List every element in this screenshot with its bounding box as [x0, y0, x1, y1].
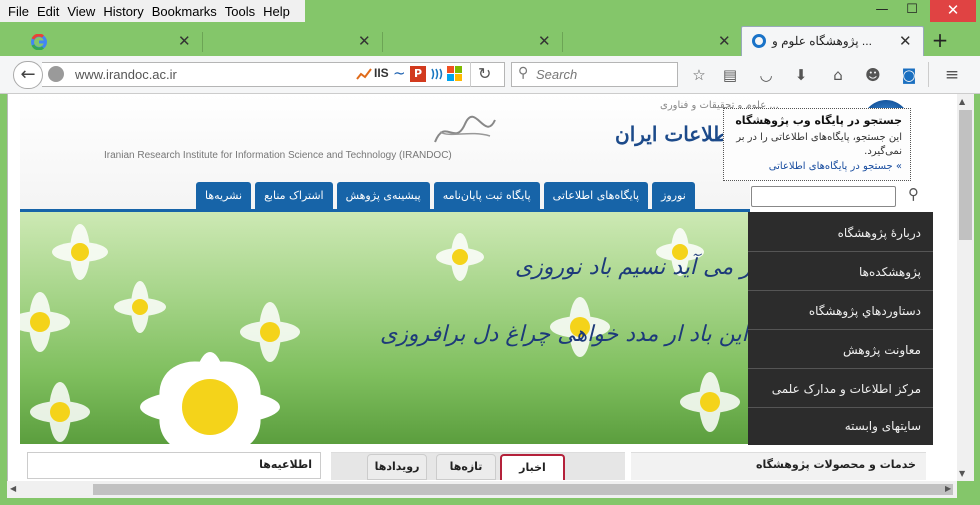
- back-button[interactable]: ←: [13, 61, 43, 89]
- search-icon: ⚲: [518, 65, 529, 81]
- vertical-scroll-thumb[interactable]: [959, 110, 972, 240]
- bookmark-star-icon[interactable]: ☆: [688, 64, 710, 86]
- banner-poem-line-2: از این باد ار مدد خواهی چراغ دل برافروزی: [380, 322, 772, 347]
- browser-tab-4[interactable]: ✕: [565, 28, 740, 56]
- tab-divider: [562, 32, 563, 52]
- chart-addon-icon[interactable]: [356, 66, 372, 82]
- browser-tab-active[interactable]: ... پژوهشگاه علوم و ✕: [741, 26, 924, 56]
- scroll-up-icon[interactable]: ▲: [959, 97, 965, 106]
- site-logo-english: Iranian Research Institute for Informati…: [104, 150, 452, 161]
- tab-divider: [382, 32, 383, 52]
- sidebar-item-research-deputy[interactable]: معاونت پژوهش: [748, 331, 933, 369]
- menu-bookmarks[interactable]: Bookmarks: [148, 4, 221, 19]
- menu-tools[interactable]: Tools: [221, 4, 259, 19]
- nav-tab-journals[interactable]: نشریه‌ها: [196, 182, 252, 210]
- iis-addon-icon[interactable]: IIS: [374, 66, 389, 80]
- pocket-icon[interactable]: ◡: [755, 64, 777, 86]
- close-icon[interactable]: ✕: [538, 32, 551, 50]
- minimize-button[interactable]: —: [868, 0, 896, 22]
- tab-news[interactable]: اخبار: [500, 454, 565, 480]
- emoji-addon-icon[interactable]: ☻: [862, 64, 884, 86]
- menu-history[interactable]: History: [99, 4, 147, 19]
- close-icon[interactable]: ✕: [178, 32, 191, 50]
- divider: [470, 62, 471, 87]
- menu-view[interactable]: View: [63, 4, 99, 19]
- browser-tab-2[interactable]: ✕: [205, 28, 380, 56]
- menu-file[interactable]: File: [4, 4, 33, 19]
- nav-tab-thesis-registry[interactable]: پایگاه ثبت پایان‌نامه: [433, 182, 540, 210]
- browser-tab-1[interactable]: ✕: [20, 28, 200, 56]
- close-icon[interactable]: ✕: [358, 32, 371, 50]
- site-search-input[interactable]: [751, 186, 896, 207]
- scroll-right-icon[interactable]: ▶: [945, 484, 951, 493]
- page-right-margin: [933, 94, 957, 481]
- account-addon-icon[interactable]: ◙: [898, 64, 920, 86]
- search-placeholder: Search: [536, 67, 578, 82]
- announcements-heading: اطلاعیه‌ها: [259, 458, 312, 471]
- new-tab-button[interactable]: +: [928, 29, 952, 51]
- close-icon[interactable]: ✕: [718, 32, 731, 50]
- main-nav-tabs: نوروز پایگاه‌های اطلاعاتی پایگاه ثبت پای…: [192, 182, 695, 210]
- tilde-addon-icon[interactable]: ~: [393, 64, 406, 82]
- tab-latest[interactable]: تازه‌ها: [436, 454, 496, 480]
- popup-description: این جستجو، پایگاه‌های اطلاعاتی را در بر …: [736, 132, 902, 157]
- p-addon-icon[interactable]: P: [410, 66, 426, 82]
- announcements-box: اطلاعیه‌ها: [27, 452, 321, 479]
- irandoc-favicon: [752, 34, 766, 48]
- nav-tab-resource-sharing[interactable]: اشتراک منابع: [255, 182, 333, 210]
- home-icon[interactable]: ⌂: [827, 64, 849, 86]
- popup-database-link[interactable]: » جستجو در پایگاه‌های اطلاعاتی: [732, 161, 902, 172]
- hamburger-menu-icon[interactable]: ≡: [941, 64, 963, 86]
- tab-divider: [202, 32, 203, 52]
- close-icon[interactable]: ✕: [899, 32, 912, 50]
- scroll-left-icon[interactable]: ◀: [10, 484, 16, 493]
- menu-edit[interactable]: Edit: [33, 4, 63, 19]
- tab-title: ... پژوهشگاه علوم و: [772, 34, 872, 48]
- sidebar-item-affiliated-sites[interactable]: سایتهای وابسته: [748, 407, 933, 445]
- nav-tab-databases[interactable]: پایگاه‌های اطلاعاتی: [543, 182, 649, 210]
- services-heading: خدمات و محصولات پژوهشگاه: [756, 458, 916, 471]
- back-arrow-icon: ←: [20, 64, 36, 85]
- sidebar-item-achievements[interactable]: دستاوردهاي پژوهشگاه: [748, 292, 933, 330]
- menu-bar: File Edit View History Bookmarks Tools H…: [0, 0, 305, 22]
- site-info-icon[interactable]: [48, 66, 64, 82]
- window-close-button[interactable]: ✕: [930, 0, 976, 22]
- signature-logo-icon: [434, 115, 496, 143]
- wave-addon-icon[interactable]: [429, 66, 445, 82]
- horizontal-scroll-thumb[interactable]: [93, 484, 953, 495]
- popup-title: جستجو در پایگاه وب پژوهشگاه: [735, 114, 902, 127]
- browser-tab-3[interactable]: ✕: [385, 28, 560, 56]
- sidebar-item-about[interactable]: دربارهٔ پژوهشگاه: [748, 214, 933, 252]
- maximize-button[interactable]: ☐: [898, 0, 926, 22]
- nav-tab-research-background[interactable]: پیشینه‌ی پژوهش: [336, 182, 430, 210]
- search-tooltip-popup: جستجو در پایگاه وب پژوهشگاه این جستجو، پ…: [723, 108, 911, 181]
- search-field[interactable]: ⚲ Search: [511, 62, 678, 87]
- services-box: خدمات و محصولات پژوهشگاه: [631, 452, 926, 480]
- nav-tab-nowruz[interactable]: نوروز: [652, 182, 695, 210]
- menu-help[interactable]: Help: [259, 4, 294, 19]
- scroll-down-icon[interactable]: ▼: [959, 469, 965, 478]
- windows-addon-icon[interactable]: [447, 66, 463, 82]
- sidebar-item-institutes[interactable]: پژوهشکده‌ها: [748, 253, 933, 291]
- google-icon: [31, 34, 47, 50]
- url-text[interactable]: www.irandoc.ac.ir: [75, 67, 177, 82]
- reader-list-icon[interactable]: ▤: [719, 64, 741, 86]
- reload-icon[interactable]: ↻: [478, 64, 491, 83]
- tab-events[interactable]: رویدادها: [367, 454, 427, 480]
- sidebar-item-information-center[interactable]: مرکز اطلاعات و مدارک علمی: [748, 370, 933, 408]
- downloads-icon[interactable]: ⬇: [790, 64, 812, 86]
- divider: [928, 62, 929, 87]
- search-icon[interactable]: ⚲: [908, 185, 919, 203]
